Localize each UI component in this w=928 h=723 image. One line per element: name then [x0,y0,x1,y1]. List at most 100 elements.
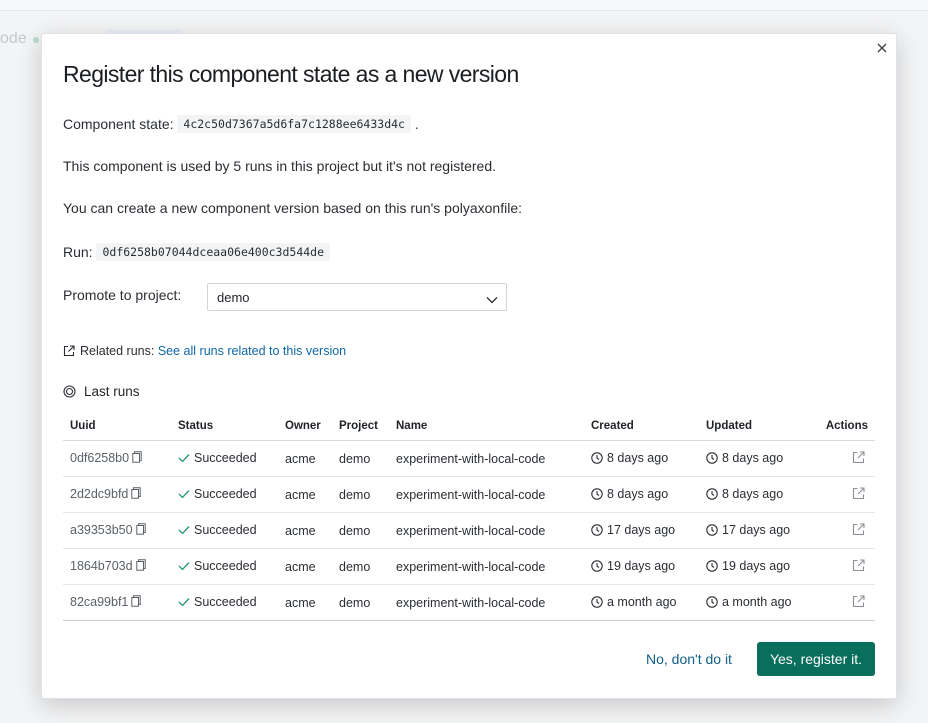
open-run-icon[interactable] [852,522,865,539]
header-updated: Updated [699,412,816,441]
runs-table: Uuid Status Owner Project Name Created U… [63,412,875,621]
name-cell: experiment-with-local-code [389,548,584,585]
clock-icon [706,523,718,539]
owner-cell: acme [278,512,332,549]
check-icon [178,596,190,610]
created-text: 8 days ago [607,486,669,501]
run-label: Run: [63,244,93,260]
background-breadcrumb: ode [0,30,27,47]
name-cell: experiment-with-local-code [389,476,584,513]
created-cell: 17 days ago [584,512,699,549]
usage-text: This component is used by 5 runs in this… [63,158,497,174]
copy-icon[interactable] [131,595,142,610]
status-text: Succeeded [194,487,257,501]
updated-text: 8 days ago [722,486,784,501]
clock-icon [706,595,718,611]
created-cell: a month ago [584,584,699,621]
open-run-icon[interactable] [852,558,865,575]
created-cell: 19 days ago [584,548,699,585]
create-text: You can create a new component version b… [63,200,522,216]
run-uuid: 82ca99bf1 [70,595,129,609]
open-run-icon[interactable] [852,450,865,467]
created-text: 19 days ago [607,558,676,573]
register-button[interactable]: Yes, register it. [757,642,875,676]
clock-icon [591,523,603,539]
status-text: Succeeded [194,559,257,573]
actions-cell [816,584,875,621]
run-uuid: 0df6258b0 [70,451,130,465]
created-text: 17 days ago [607,522,676,537]
clock-icon [591,487,603,503]
status-cell: Succeeded [171,440,278,477]
actions-cell [816,548,875,585]
status-cell: Succeeded [171,548,278,585]
open-run-icon[interactable] [852,594,865,611]
status-cell: Succeeded [171,476,278,513]
uuid-cell: 2d2dc9bfd [63,476,171,513]
table-row: 0df6258b0 Succeeded acme demo experiment-wit… [63,440,875,477]
background-status-dot [33,37,39,43]
run-uuid: 2d2dc9bfd [70,487,129,501]
owner-cell: acme [278,476,332,513]
header-name: Name [389,412,584,441]
updated-text: a month ago [722,594,792,609]
owner-cell: acme [278,440,332,477]
clock-icon [706,487,718,503]
table-header-row: Uuid Status Owner Project Name Created U… [63,412,875,441]
name-cell: experiment-with-local-code [389,512,584,549]
created-cell: 8 days ago [584,440,699,477]
project-select-value: demo [217,290,250,305]
background-topbar [0,0,928,11]
header-project: Project [332,412,389,441]
uuid-cell: a39353b50 [63,512,171,549]
copy-icon[interactable] [135,559,146,574]
header-status: Status [171,412,278,441]
clock-icon [591,595,603,611]
status-text: Succeeded [194,523,257,537]
copy-icon[interactable] [135,523,146,538]
target-icon [63,385,76,401]
table-row: 82ca99bf1 Succeeded acme demo experiment-wit… [63,584,875,621]
actions-cell [816,512,875,549]
updated-cell: 8 days ago [699,476,816,513]
last-runs-title: Last runs [84,384,140,399]
project-cell: demo [332,440,389,477]
external-link-icon [63,345,75,360]
updated-cell: 19 days ago [699,548,816,585]
cancel-button[interactable]: No, don't do it [634,642,744,676]
actions-cell [816,476,875,513]
updated-cell: 17 days ago [699,512,816,549]
project-cell: demo [332,548,389,585]
copy-icon[interactable] [131,487,142,502]
related-runs-label: Related runs: [80,344,155,358]
close-icon[interactable] [874,40,890,56]
component-state-suffix: . [414,116,419,132]
register-version-modal: Register this component state as a new v… [41,33,897,699]
header-created: Created [584,412,699,441]
check-icon [178,452,190,466]
check-icon [178,524,190,538]
check-icon [178,560,190,574]
created-text: 8 days ago [607,450,669,465]
owner-cell: acme [278,548,332,585]
related-runs-link[interactable]: See all runs related to this version [158,344,346,358]
open-run-icon[interactable] [852,486,865,503]
table-row: 2d2dc9bfd Succeeded acme demo experiment-wit… [63,476,875,513]
status-text: Succeeded [194,451,257,465]
project-cell: demo [332,584,389,621]
table-row: a39353b50 Succeeded acme demo experiment-wit… [63,512,875,549]
header-uuid: Uuid [63,412,171,441]
promote-label: Promote to project: [63,287,182,303]
status-cell: Succeeded [171,512,278,549]
project-cell: demo [332,476,389,513]
status-cell: Succeeded [171,584,278,621]
created-text: a month ago [607,594,677,609]
name-cell: experiment-with-local-code [389,440,584,477]
status-text: Succeeded [194,595,257,609]
run-uuid: 1864b703d [70,559,133,573]
project-select[interactable]: demo [207,283,507,311]
updated-text: 19 days ago [722,558,791,573]
copy-icon[interactable] [132,451,142,466]
run-uuid: a39353b50 [70,523,133,537]
updated-text: 17 days ago [722,522,791,537]
